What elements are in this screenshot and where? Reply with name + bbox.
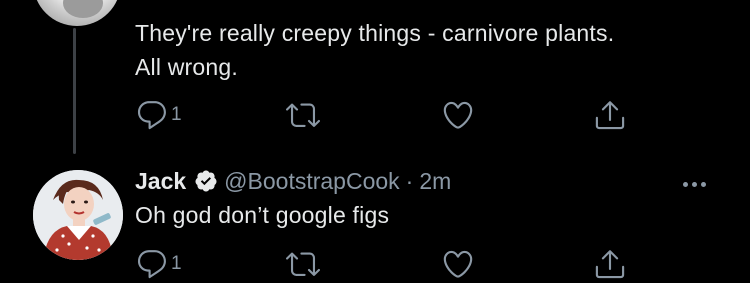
profile-photo [33, 170, 123, 260]
heart-icon [443, 101, 473, 129]
reply-icon [137, 101, 166, 130]
avatar[interactable] [33, 0, 121, 26]
tweet-header: Jack @BootstrapCook · 2m [135, 166, 451, 196]
tweet-text-line: All wrong. [135, 54, 238, 80]
verified-badge-icon [195, 170, 217, 192]
tweet-actions: 1 [135, 98, 635, 134]
tweet-actions: 1 [135, 247, 635, 283]
share-button[interactable] [593, 98, 627, 132]
retweet-icon [286, 103, 320, 127]
retweet-button[interactable] [286, 98, 320, 132]
separator-dot: · [405, 168, 414, 194]
avatar-jack[interactable] [33, 170, 123, 260]
user-handle[interactable]: @BootstrapCook [224, 166, 400, 196]
timestamp[interactable]: 2m [419, 166, 451, 196]
more-options-button[interactable] [683, 174, 717, 194]
display-name[interactable]: Jack [135, 166, 186, 196]
tweet-text: Oh god don’t google figs [135, 202, 390, 228]
thread-connector-line [73, 28, 76, 154]
reply-count: 1 [171, 104, 182, 125]
reply-button[interactable]: 1 [135, 98, 182, 132]
more-options-icon [683, 181, 688, 187]
reply-count: 1 [171, 253, 182, 274]
tweet-text-line: They're really creepy things - carnivore… [135, 20, 615, 46]
tweet-text: They're really creepy things - carnivore… [135, 16, 614, 84]
share-icon [595, 101, 625, 130]
like-button[interactable] [441, 98, 475, 132]
